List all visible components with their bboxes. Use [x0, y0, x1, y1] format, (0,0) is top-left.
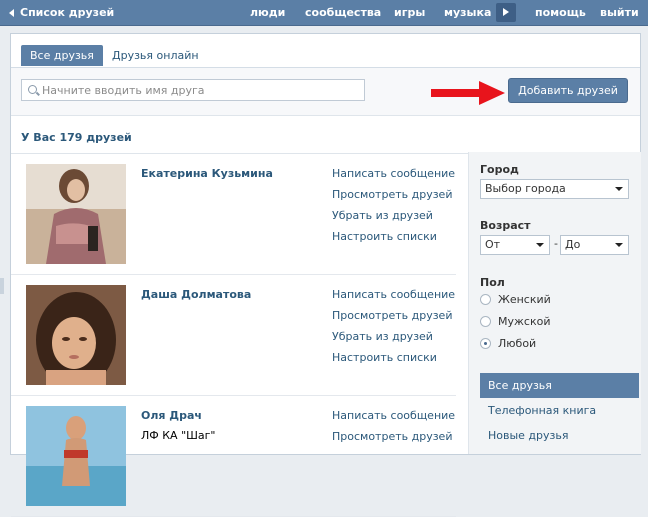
friend-row: Оля Драч ЛФ КА "Шаг" Написать сообщение …	[11, 396, 456, 517]
search-row: Добавить друзей	[11, 68, 640, 116]
city-select[interactable]: Выбор города	[480, 179, 629, 199]
tab-bar: Все друзья Друзья онлайн	[11, 34, 640, 68]
friends-count-bar: У Вас 179 друзей	[11, 116, 640, 154]
age-to-select[interactable]: До	[560, 235, 629, 255]
chevron-down-icon	[615, 243, 623, 247]
back-link[interactable]: Список друзей	[9, 6, 114, 19]
sex-male-radio[interactable]: Мужской	[480, 315, 550, 328]
sex-female-label: Женский	[498, 293, 551, 306]
radio-icon	[480, 316, 491, 327]
sex-male-label: Мужской	[498, 315, 551, 328]
view-friends-link[interactable]: Просмотреть друзей	[332, 309, 455, 330]
send-message-link[interactable]: Написать сообщение	[332, 167, 455, 188]
friend-search-input[interactable]	[42, 82, 357, 98]
friend-name[interactable]: Оля Драч	[141, 409, 202, 422]
age-from-value: От	[485, 238, 501, 251]
side-menu-phone-book[interactable]: Телефонная книга	[480, 398, 639, 423]
friend-row: Даша Долматова Написать сообщение Просмо…	[11, 275, 456, 396]
nav-help[interactable]: помощь	[535, 6, 586, 19]
friends-count: У Вас 179 друзей	[21, 131, 132, 144]
friend-row: Екатерина Кузьмина Написать сообщение Пр…	[11, 154, 456, 275]
chevron-down-icon	[536, 243, 544, 247]
play-arrow-icon	[503, 8, 509, 16]
city-label: Город	[480, 163, 519, 176]
configure-lists-link[interactable]: Настроить списки	[332, 230, 455, 251]
radio-icon	[480, 294, 491, 305]
city-select-value: Выбор города	[485, 182, 566, 195]
add-friends-button[interactable]: Добавить друзей	[508, 78, 628, 103]
friends-panel: Все друзья Друзья онлайн Добавить друзей…	[10, 33, 641, 517]
friend-name[interactable]: Даша Долматова	[141, 288, 251, 301]
friend-photo[interactable]	[26, 406, 126, 506]
nav-communities[interactable]: сообщества	[305, 6, 381, 19]
sex-any-label: Любой	[498, 337, 537, 350]
nav-logout[interactable]: выйти	[600, 6, 639, 19]
friend-actions: Написать сообщение Просмотреть друзей	[332, 409, 455, 451]
age-dash: -	[554, 237, 558, 250]
friend-photo[interactable]	[26, 285, 126, 385]
side-menu-all-friends[interactable]: Все друзья	[480, 373, 639, 398]
view-friends-link[interactable]: Просмотреть друзей	[332, 188, 455, 209]
age-to-value: До	[565, 238, 581, 251]
nav-games[interactable]: игры	[394, 6, 425, 19]
configure-lists-link[interactable]: Настроить списки	[332, 351, 455, 372]
chevron-down-icon	[615, 187, 623, 191]
send-message-link[interactable]: Написать сообщение	[332, 409, 455, 430]
friend-actions: Написать сообщение Просмотреть друзей Уб…	[332, 288, 455, 372]
left-edge-tab	[0, 278, 4, 294]
friend-university: ЛФ КА "Шаг"	[141, 429, 216, 442]
tab-all-friends[interactable]: Все друзья	[21, 45, 103, 66]
friend-photo[interactable]	[26, 164, 126, 264]
nav-people[interactable]: люди	[250, 6, 285, 19]
top-bar: Список друзей люди сообщества игры музык…	[0, 0, 648, 26]
sex-any-radio[interactable]: Любой	[480, 337, 536, 350]
remove-friend-link[interactable]: Убрать из друзей	[332, 209, 455, 230]
nav-more-button[interactable]	[496, 3, 516, 22]
radio-selected-icon	[480, 338, 491, 349]
search-icon	[28, 85, 37, 94]
sex-label: Пол	[480, 276, 505, 289]
filter-sidebar: Город Выбор города Возраст От - До Пол Ж…	[468, 152, 641, 454]
nav-music[interactable]: музыка	[444, 6, 491, 19]
age-from-select[interactable]: От	[480, 235, 550, 255]
sex-female-radio[interactable]: Женский	[480, 293, 551, 306]
red-arrow-icon	[431, 81, 505, 105]
side-menu-new-friends[interactable]: Новые друзья	[480, 423, 639, 448]
friend-search-box[interactable]	[21, 79, 365, 101]
view-friends-link[interactable]: Просмотреть друзей	[332, 430, 455, 451]
friend-name[interactable]: Екатерина Кузьмина	[141, 167, 273, 180]
friend-actions: Написать сообщение Просмотреть друзей Уб…	[332, 167, 455, 251]
age-label: Возраст	[480, 219, 531, 232]
tab-friends-online[interactable]: Друзья онлайн	[103, 45, 208, 66]
remove-friend-link[interactable]: Убрать из друзей	[332, 330, 455, 351]
back-arrow-icon	[9, 8, 14, 17]
send-message-link[interactable]: Написать сообщение	[332, 288, 455, 309]
back-label: Список друзей	[20, 6, 115, 19]
